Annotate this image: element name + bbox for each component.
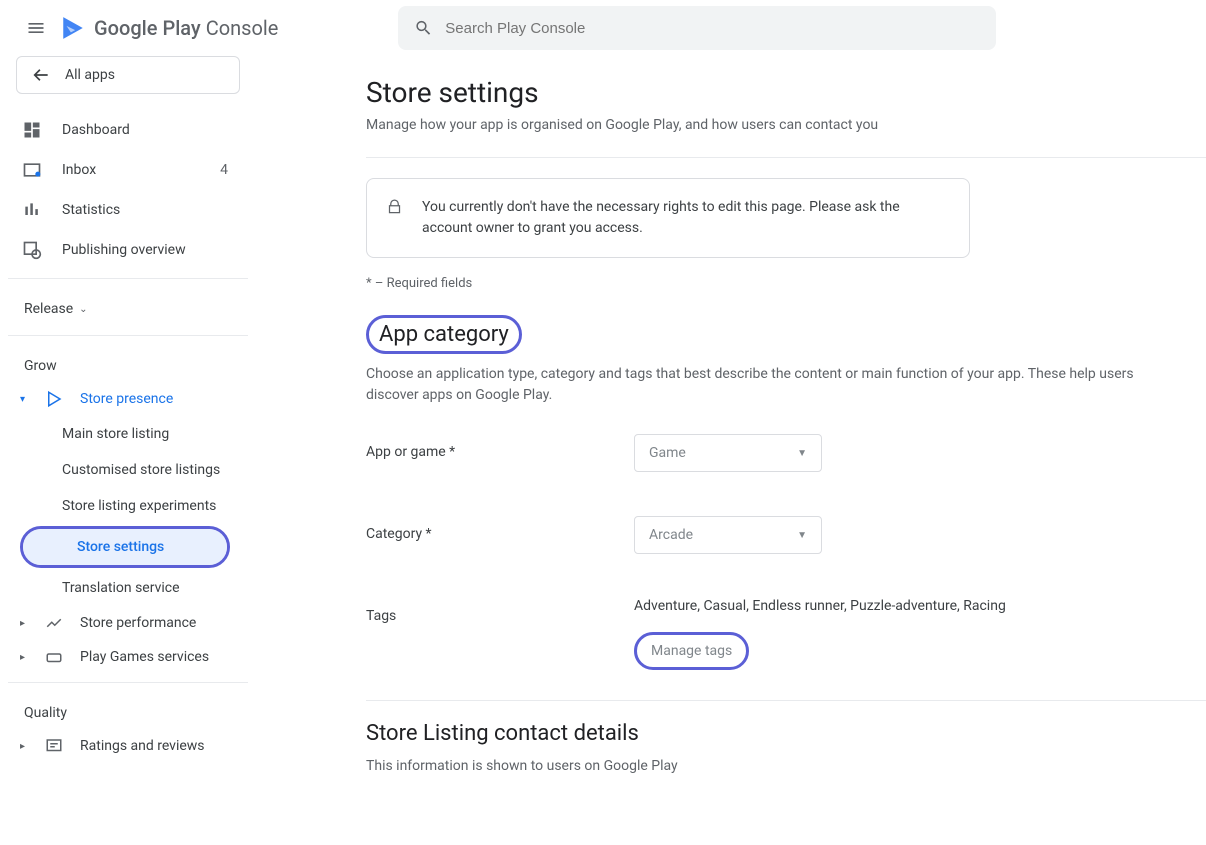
reviews-icon (42, 737, 66, 755)
page-subtitle: Manage how your app is organised on Goog… (366, 117, 1206, 133)
chevron-down-icon: ⌄ (79, 304, 87, 315)
store-performance[interactable]: Store performance (8, 606, 248, 640)
contact-details-title: Store Listing contact details (366, 721, 1206, 746)
manage-tags-button[interactable]: Manage tags (637, 635, 746, 667)
store-settings[interactable]: Store settings (23, 529, 227, 565)
listing-experiments[interactable]: Store listing experiments (8, 488, 248, 524)
publishing-icon (20, 240, 44, 260)
search-input[interactable] (445, 20, 980, 37)
nav-dashboard[interactable]: Dashboard (8, 110, 248, 150)
menu-button[interactable] (16, 8, 56, 48)
contact-details-desc: This information is shown to users on Go… (366, 756, 1166, 777)
dropdown-arrow-icon: ▼ (797, 530, 807, 541)
statistics-icon (20, 200, 44, 220)
tags-label: Tags (366, 598, 634, 624)
logo[interactable]: Google Play Console (60, 15, 278, 41)
dropdown-arrow-icon: ▼ (797, 448, 807, 459)
all-apps-button[interactable]: All apps (16, 56, 240, 94)
store-presence[interactable]: Store presence (8, 382, 248, 416)
quality-section: Quality (8, 691, 248, 729)
grow-section: Grow (8, 344, 248, 382)
app-category-desc: Choose an application type, category and… (366, 364, 1166, 406)
app-or-game-label: App or game * (366, 434, 634, 460)
inbox-count: 4 (220, 162, 236, 178)
tags-value: Adventure, Casual, Endless runner, Puzzl… (634, 598, 1206, 614)
arrow-left-icon (31, 68, 51, 82)
sidebar: All apps Dashboard Inbox 4 Statistics Pu… (0, 56, 256, 845)
play-console-icon (60, 15, 86, 41)
gamepad-icon (42, 648, 66, 666)
nav-statistics[interactable]: Statistics (8, 190, 248, 230)
all-apps-label: All apps (65, 67, 115, 83)
search-bar[interactable] (398, 6, 996, 50)
ratings-reviews[interactable]: Ratings and reviews (8, 729, 248, 763)
translation-service[interactable]: Translation service (8, 570, 248, 606)
nav-publishing[interactable]: Publishing overview (8, 230, 248, 270)
required-note: * – Required fields (366, 276, 1206, 291)
category-label: Category * (366, 516, 634, 542)
app-or-game-value: Game (649, 445, 686, 461)
category-select[interactable]: Arcade ▼ (634, 516, 822, 554)
page-title: Store settings (366, 76, 1206, 109)
search-icon (414, 18, 433, 38)
customised-listings[interactable]: Customised store listings (8, 452, 248, 488)
permission-notice: You currently don't have the necessary r… (366, 178, 970, 258)
release-section[interactable]: Release ⌄ (8, 287, 248, 327)
nav-inbox[interactable]: Inbox 4 (8, 150, 248, 190)
main-content: Store settings Manage how your app is or… (256, 56, 1206, 845)
play-games-services[interactable]: Play Games services (8, 640, 248, 674)
inbox-icon (20, 160, 44, 180)
logo-text: Google Play Console (94, 16, 278, 40)
notice-text: You currently don't have the necessary r… (422, 197, 949, 239)
app-category-title: App category (366, 315, 522, 354)
hamburger-icon (26, 18, 46, 38)
trend-icon (42, 614, 66, 632)
dashboard-icon (20, 120, 44, 140)
main-store-listing[interactable]: Main store listing (8, 416, 248, 452)
category-value: Arcade (649, 527, 693, 543)
play-icon (42, 390, 66, 408)
lock-icon (387, 197, 402, 217)
app-or-game-select[interactable]: Game ▼ (634, 434, 822, 472)
